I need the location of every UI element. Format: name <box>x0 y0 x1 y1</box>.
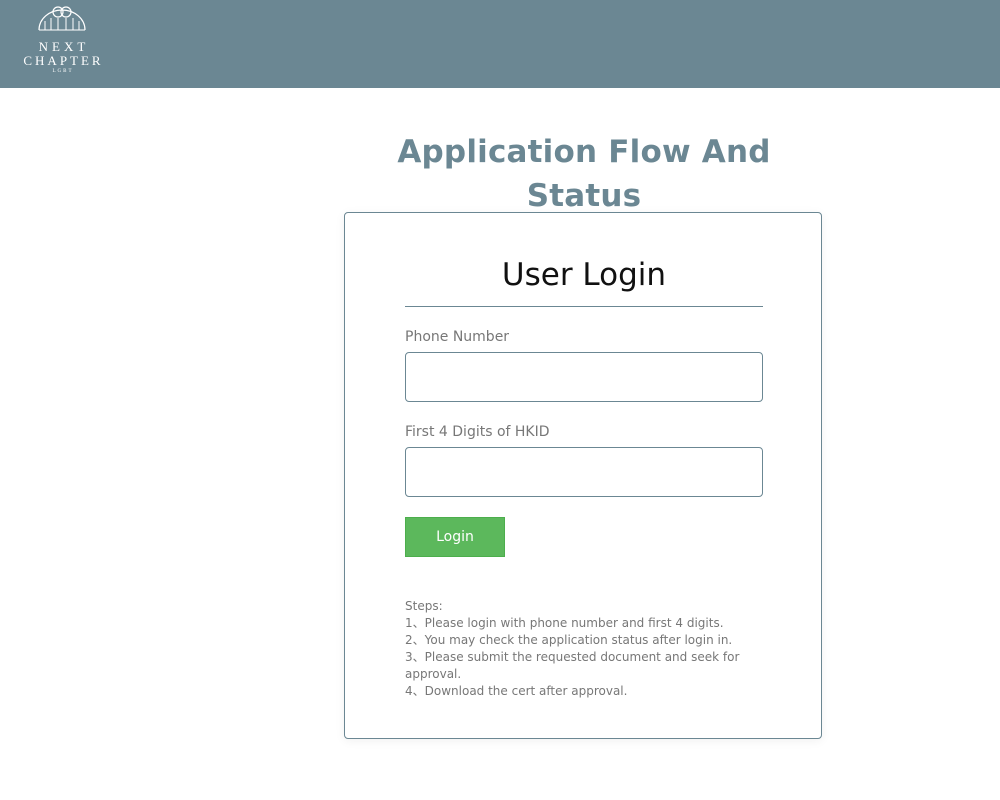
step-item: 4、Download the cert after approval. <box>405 684 628 698</box>
hkid-digits-label: First 4 Digits of HKID <box>405 424 550 440</box>
phone-number-input[interactable] <box>405 352 763 402</box>
site-header: NEXT CHAPTER LGBT <box>0 0 1000 88</box>
page-title: Application Flow And Status <box>397 134 771 214</box>
logo-text-chapter: CHAPTER <box>23 53 104 68</box>
logo-text-lgbt: LGBT <box>52 69 74 74</box>
site-logo[interactable]: NEXT CHAPTER LGBT <box>10 4 114 82</box>
steps-instructions: Steps: 1、Please login with phone number … <box>405 598 755 700</box>
title-divider <box>405 306 763 307</box>
login-card: User Login Phone Number First 4 Digits o… <box>344 212 822 739</box>
hkid-digits-input[interactable] <box>405 447 763 497</box>
steps-heading: Steps: <box>405 599 443 613</box>
step-item: 3、Please submit the requested document a… <box>405 650 740 681</box>
login-button[interactable]: Login <box>405 517 505 557</box>
login-card-title: User Login <box>501 257 667 293</box>
step-item: 1、Please login with phone number and fir… <box>405 616 724 630</box>
step-item: 2、You may check the application status a… <box>405 633 733 647</box>
phone-number-label: Phone Number <box>405 329 510 345</box>
logo-text-next: NEXT <box>38 39 90 54</box>
logo-emblem-icon <box>38 6 86 31</box>
